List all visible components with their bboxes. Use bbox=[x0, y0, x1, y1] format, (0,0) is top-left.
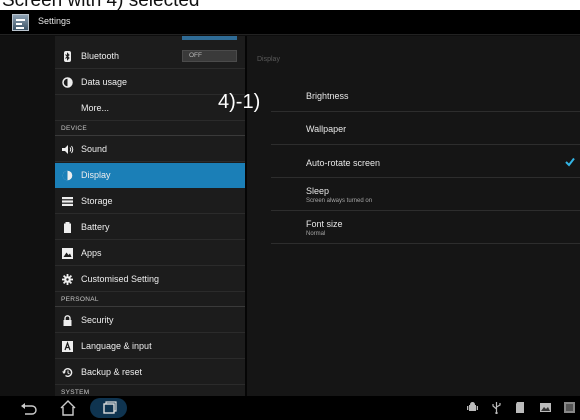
sd-card-icon bbox=[516, 402, 524, 413]
system-nav-bar bbox=[0, 396, 580, 420]
usb-icon bbox=[492, 402, 501, 414]
keyboard-icon bbox=[62, 341, 73, 352]
sidebar-item-data-usage[interactable]: Data usage bbox=[55, 70, 245, 95]
sidebar-item-security[interactable]: Security bbox=[55, 308, 245, 333]
setting-subtitle: Screen always turned on bbox=[306, 198, 373, 204]
sidebar-item-battery[interactable]: Battery bbox=[55, 215, 245, 240]
section-header-system: SYSTEM bbox=[55, 386, 245, 396]
gear-icon bbox=[62, 274, 73, 285]
section-header-label: DEVICE bbox=[61, 125, 88, 132]
data-usage-icon bbox=[62, 77, 73, 88]
recent-apps-button[interactable] bbox=[90, 398, 127, 418]
setting-auto-rotate[interactable]: Auto-rotate screen bbox=[271, 145, 580, 178]
sidebar-item-label: More... bbox=[81, 103, 110, 113]
sidebar-item-label: Language & input bbox=[81, 341, 152, 351]
setting-sleep[interactable]: Sleep Screen always turned on bbox=[271, 178, 580, 211]
setting-font-size[interactable]: Font size Normal bbox=[271, 211, 580, 244]
setting-wallpaper[interactable]: Wallpaper bbox=[271, 112, 580, 145]
bluetooth-toggle-label: OFF bbox=[189, 52, 202, 59]
sidebar-item-label: Security bbox=[81, 315, 114, 325]
sidebar-item-label: Customised Setting bbox=[81, 274, 160, 284]
sidebar-item-more[interactable]: More... bbox=[55, 96, 245, 121]
section-header-device: DEVICE bbox=[55, 122, 245, 136]
sidebar-item-storage[interactable]: Storage bbox=[55, 189, 245, 214]
setting-title: Brightness bbox=[306, 91, 349, 101]
screenshot-icon bbox=[540, 403, 551, 412]
setting-title: Auto-rotate screen bbox=[306, 158, 381, 168]
sidebar-item-label: Bluetooth bbox=[81, 51, 120, 61]
wifi-toggle-partial[interactable] bbox=[182, 36, 237, 40]
recent-apps-icon bbox=[103, 401, 117, 414]
setting-subtitle: Normal bbox=[306, 231, 326, 237]
sidebar-item-label: Data usage bbox=[81, 77, 128, 87]
bluetooth-icon bbox=[62, 51, 73, 62]
lock-icon bbox=[62, 315, 73, 326]
sidebar-item-sound[interactable]: Sound bbox=[55, 137, 245, 162]
pane-header-label: Display bbox=[257, 56, 280, 63]
setting-title: Sleep bbox=[306, 186, 330, 196]
sidebar-item-display[interactable]: Display bbox=[55, 163, 245, 188]
sidebar-item-label: Apps bbox=[81, 248, 102, 258]
battery-icon bbox=[62, 222, 73, 233]
sidebar-item-label: Sound bbox=[81, 144, 108, 154]
sidebar-item-label: Storage bbox=[81, 196, 113, 206]
storage-icon bbox=[62, 196, 73, 207]
sidebar-item-customised-setting[interactable]: Customised Setting bbox=[55, 267, 245, 292]
settings-app-icon[interactable] bbox=[12, 14, 29, 31]
back-icon[interactable] bbox=[19, 400, 39, 416]
sidebar-item-language-input[interactable]: Language & input bbox=[55, 334, 245, 359]
caption-text: Screen with 4) selected bbox=[2, 0, 200, 10]
sidebar-item-label: Backup & reset bbox=[81, 367, 143, 377]
section-header-label: PERSONAL bbox=[61, 296, 99, 303]
settings-sidebar[interactable]: Bluetooth OFF Data usage More... DEVICE … bbox=[0, 36, 245, 396]
backup-icon bbox=[62, 367, 73, 378]
sidebar-item-bluetooth[interactable]: Bluetooth OFF bbox=[55, 44, 245, 69]
android-icon bbox=[467, 402, 478, 411]
home-icon[interactable] bbox=[58, 400, 78, 416]
apps-icon bbox=[62, 248, 73, 259]
setting-title: Wallpaper bbox=[306, 124, 347, 134]
display-icon bbox=[62, 170, 73, 181]
sidebar-item-apps[interactable]: Apps bbox=[55, 241, 245, 266]
section-header-personal: PERSONAL bbox=[55, 293, 245, 307]
tablet-screen: Settings Bluetooth OFF Data usage More..… bbox=[0, 10, 580, 420]
action-bar: Settings bbox=[0, 10, 580, 35]
sidebar-item-label: Display bbox=[81, 170, 111, 180]
speaker-icon bbox=[62, 144, 74, 155]
setting-brightness[interactable]: Brightness bbox=[271, 79, 580, 112]
caption-banner: Screen with 4) selected bbox=[0, 0, 580, 10]
app-title: Settings bbox=[38, 16, 71, 26]
checkbox-checked-icon[interactable] bbox=[565, 157, 575, 167]
bluetooth-toggle[interactable]: OFF bbox=[182, 50, 237, 62]
pane-header: Display bbox=[247, 36, 580, 76]
step-annotation: 4)-1) bbox=[218, 91, 261, 113]
display-settings-pane: Display Brightness Wallpaper Auto-rotate… bbox=[247, 36, 580, 396]
sidebar-item-backup-reset[interactable]: Backup & reset bbox=[55, 360, 245, 385]
sidebar-item-label: Battery bbox=[81, 222, 110, 232]
status-icon bbox=[564, 402, 575, 413]
setting-title: Font size bbox=[306, 219, 343, 229]
section-header-label: SYSTEM bbox=[61, 389, 90, 396]
